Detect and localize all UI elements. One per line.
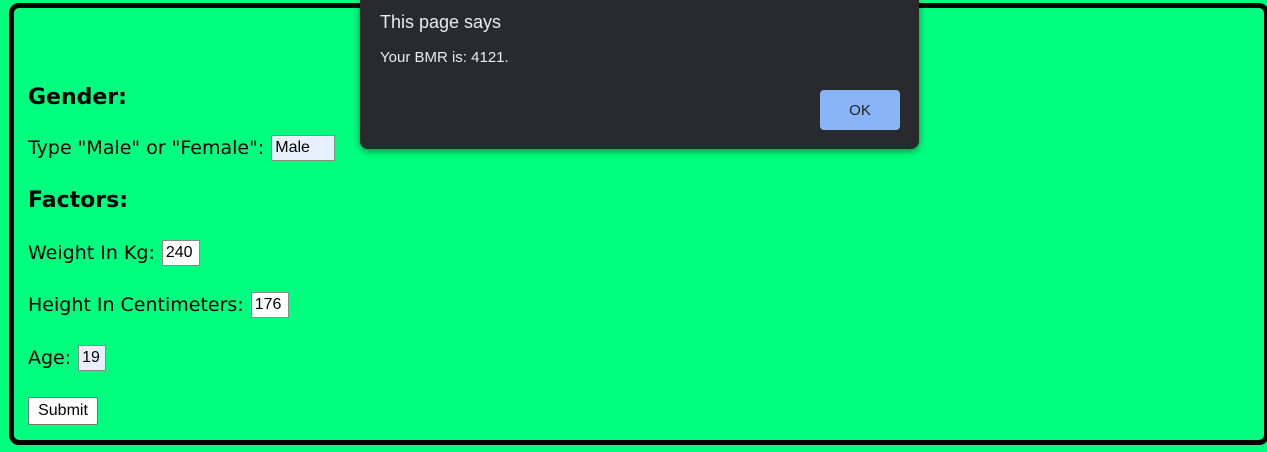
height-label: Height In Centimeters:: [28, 294, 244, 316]
alert-dialog: This page says Your BMR is: 4121. OK: [360, 0, 919, 149]
weight-row: Weight In Kg:: [28, 240, 200, 266]
gender-row: Type "Male" or "Female":: [28, 135, 336, 161]
gender-heading: Gender:: [28, 85, 127, 110]
gender-input[interactable]: [271, 135, 336, 161]
dialog-message: Your BMR is: 4121.: [380, 49, 509, 66]
submit-button[interactable]: Submit: [28, 397, 98, 425]
ok-button[interactable]: OK: [820, 90, 900, 130]
weight-label: Weight In Kg:: [28, 242, 155, 264]
age-input[interactable]: [78, 345, 107, 371]
gender-label: Type "Male" or "Female":: [28, 137, 265, 159]
age-row: Age:: [28, 345, 107, 371]
height-input[interactable]: [250, 292, 289, 318]
age-label: Age:: [28, 347, 72, 369]
height-row: Height In Centimeters:: [28, 292, 289, 318]
weight-input[interactable]: [161, 240, 200, 266]
dialog-title: This page says: [380, 12, 502, 32]
factors-heading: Factors:: [28, 188, 128, 213]
